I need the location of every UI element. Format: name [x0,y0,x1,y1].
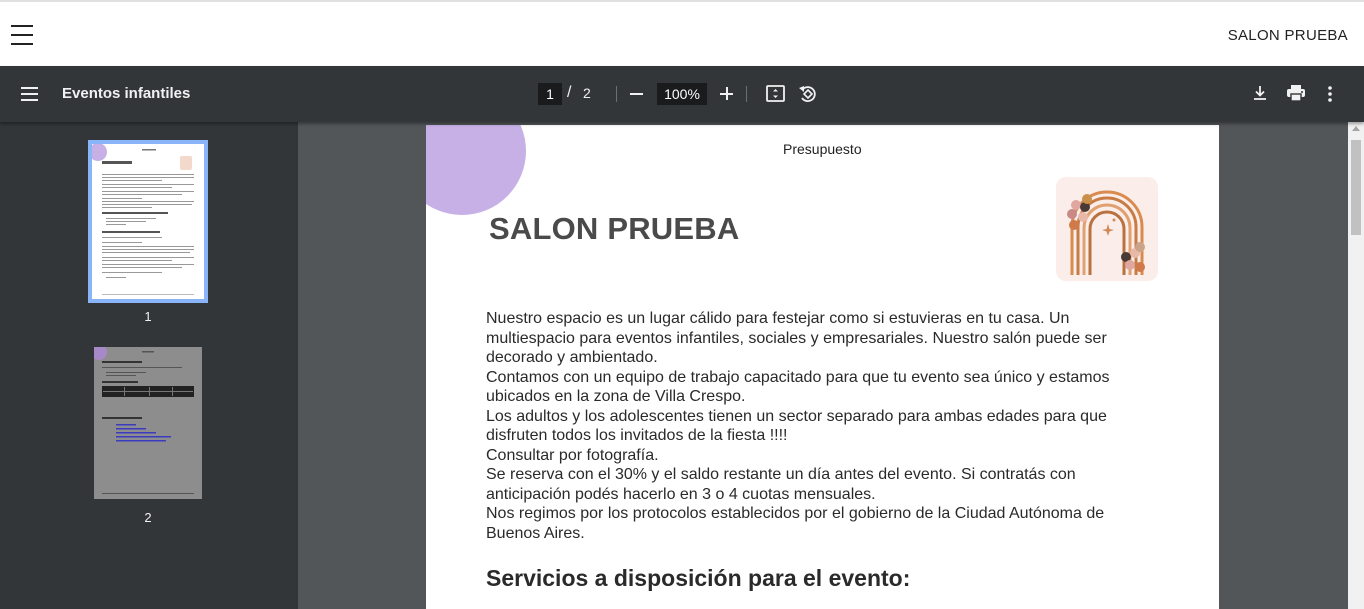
decorative-circle [426,125,526,215]
page-separator: / [567,84,572,101]
page-header: Presupuesto [783,141,862,157]
page-number-input[interactable]: 1 [538,83,562,105]
sidebar-toggle-menu-icon[interactable] [21,87,38,101]
scrollbar-thumb[interactable] [1351,140,1361,235]
toolbar-divider [616,86,617,102]
document-viewer[interactable]: Presupuesto SALON PRUEBA Nuestro espacio… [298,122,1348,609]
paragraph: Consultar por fotografía. [486,446,659,464]
toolbar-divider [746,86,747,102]
pdf-page: Presupuesto SALON PRUEBA Nuestro espacio… [426,125,1219,609]
fit-page-icon[interactable] [765,83,786,104]
app-menu-icon[interactable] [11,25,33,45]
rotate-icon[interactable] [797,83,819,105]
app-title: SALON PRUEBA [1227,27,1348,44]
thumbnail-label: 2 [144,510,152,525]
paragraph: Nuestro espacio es un lugar cálido para … [486,310,1107,366]
paragraph: Los adultos y los adolescentes tienen un… [486,407,1107,445]
vertical-scrollbar[interactable] [1348,122,1364,609]
app-bar: SALON PRUEBA [0,0,1364,66]
pdf-toolbar: Eventos infantiles 1 / 2 100% [0,66,1364,122]
section-heading: Servicios a disposición para el evento: [486,565,911,591]
thumbnail-sidebar: 1 2 [0,122,298,609]
more-vert-icon[interactable] [1326,85,1334,103]
paragraph: Contamos con un equipo de trabajo capaci… [486,368,1110,406]
rainbow-logo-image [1056,177,1158,281]
zoom-out-button[interactable] [628,82,646,106]
zoom-in-button[interactable] [718,82,736,106]
download-icon[interactable] [1251,84,1269,102]
print-icon[interactable] [1286,84,1306,102]
thumbnail-page-1[interactable] [92,144,204,299]
intro-text: Nuestro espacio es un lugar cálido para … [486,309,1126,543]
thumbnail-label: 1 [144,309,152,324]
scroll-up-arrow-icon[interactable] [1352,126,1360,131]
page-title: SALON PRUEBA [489,211,740,246]
paragraph: Nos regimos por los protocolos estableci… [486,505,1105,542]
zoom-level-input[interactable]: 100% [657,83,707,105]
paragraph: Se reserva con el 30% y el saldo restant… [486,466,1076,503]
document-title: Eventos infantiles [62,85,191,102]
thumbnail-page-2[interactable] [94,347,202,499]
page-total: 2 [583,85,591,101]
